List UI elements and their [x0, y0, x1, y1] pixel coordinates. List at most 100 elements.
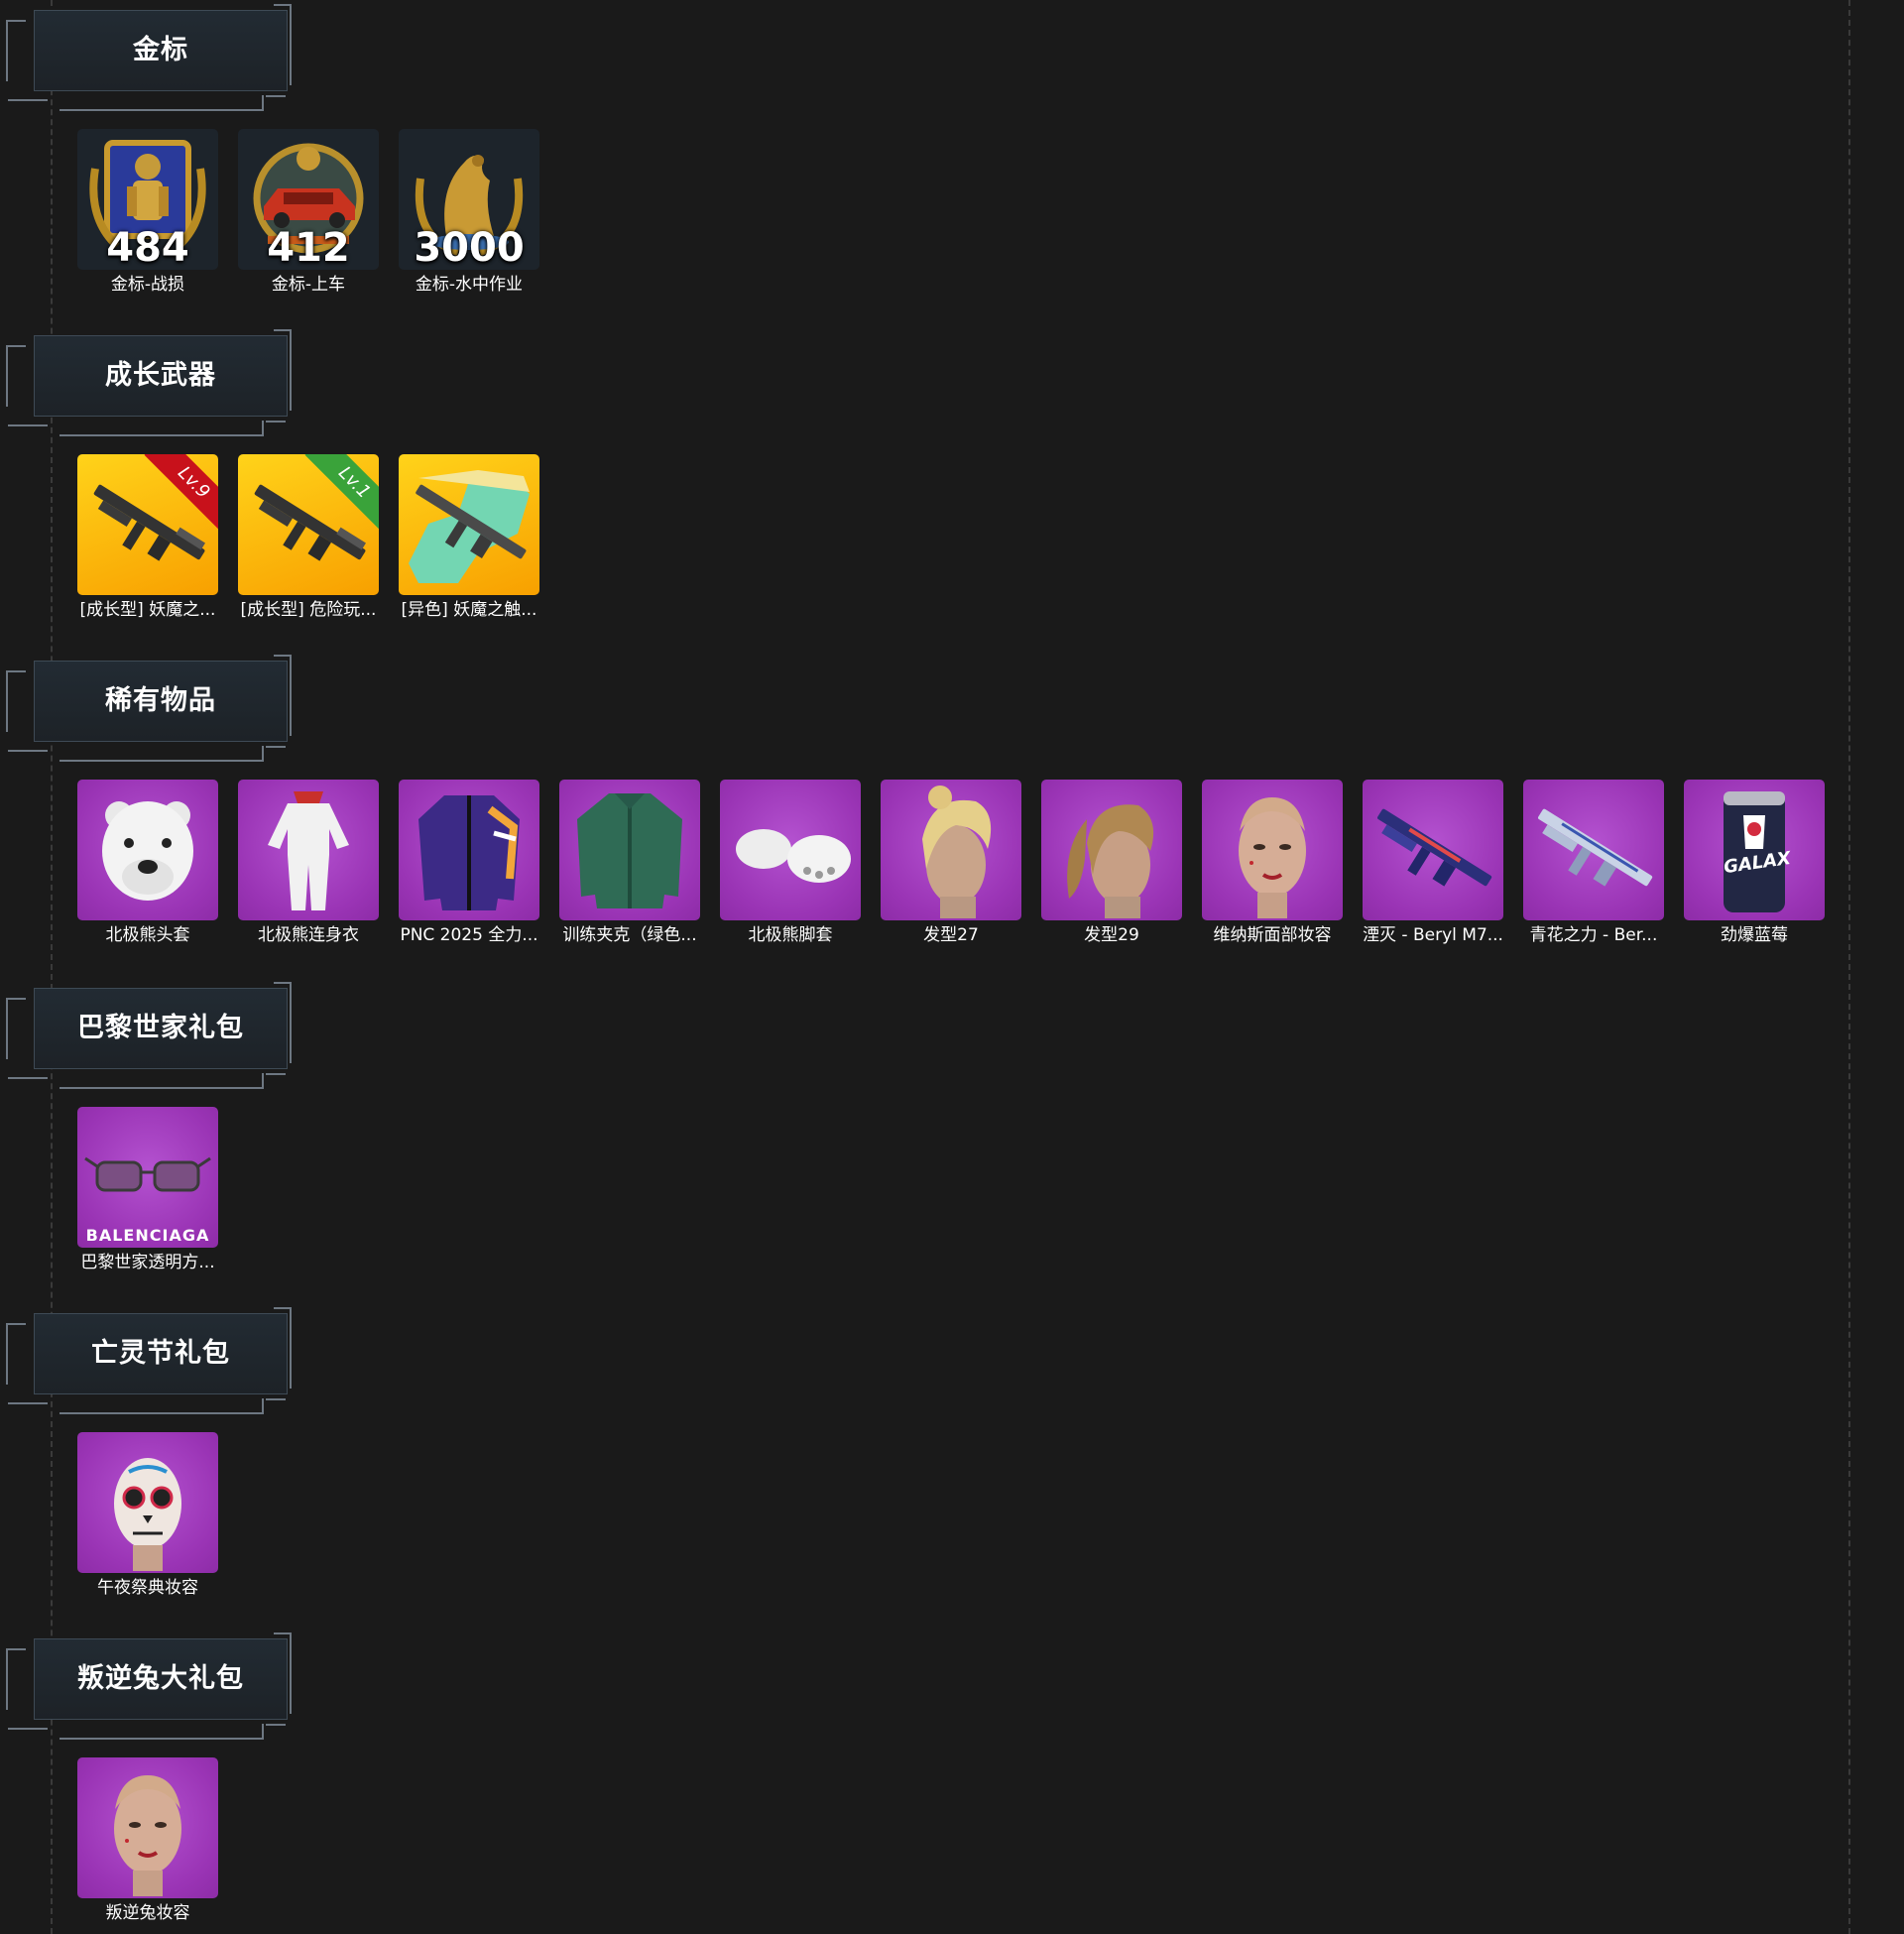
item-thumbnail[interactable]: 484	[77, 129, 218, 270]
header-bracket	[8, 1402, 48, 1404]
item-thumbnail[interactable]	[238, 780, 379, 920]
section-title: 稀有物品	[105, 685, 216, 716]
item-thumbnail[interactable]	[77, 780, 218, 920]
header-bracket	[8, 750, 48, 752]
header-bracket	[6, 670, 26, 732]
item-card[interactable]: Lv.9 [成长型] 妖魔之...	[77, 454, 218, 621]
header-bracket	[60, 1073, 264, 1089]
section-title: 亡灵节礼包	[91, 1338, 230, 1369]
item-card[interactable]: 发型29	[1041, 780, 1182, 946]
section-header: 亡灵节礼包	[0, 1303, 298, 1414]
item-card[interactable]: 维纳斯面部妆容	[1202, 780, 1343, 946]
item-thumbnail[interactable]: 412	[238, 129, 379, 270]
header-bracket	[60, 746, 264, 762]
item-label: [成长型] 危险玩...	[240, 600, 377, 620]
item-thumbnail[interactable]	[77, 1432, 218, 1573]
item-label: 北极熊脚套	[748, 925, 833, 945]
item-card[interactable]: 484 金标-战损	[77, 129, 218, 296]
section-header: 成长武器	[0, 325, 298, 436]
item-card[interactable]: 412 金标-上车	[238, 129, 379, 296]
header-bracket	[266, 746, 286, 748]
item-label: 北极熊头套	[105, 925, 190, 945]
item-label: 北极熊连身衣	[258, 925, 359, 945]
item-label: 青花之力 - Ber...	[1529, 925, 1658, 945]
header-bracket	[8, 1728, 48, 1730]
header-bracket	[60, 421, 264, 436]
timeline-guide-right	[1848, 0, 1850, 1934]
item-thumbnail[interactable]	[720, 780, 861, 920]
section-header: 巴黎世家礼包	[0, 978, 298, 1089]
item-card[interactable]: 湮灭 - Beryl M7...	[1363, 780, 1503, 946]
header-bracket	[6, 1648, 26, 1710]
section-title: 金标	[133, 35, 188, 65]
item-thumbnail[interactable]	[881, 780, 1021, 920]
header-bracket	[60, 95, 264, 111]
item-thumbnail[interactable]	[77, 1757, 218, 1898]
item-label: 劲爆蓝莓	[1721, 925, 1788, 945]
item-label: [异色] 妖魔之触...	[401, 600, 537, 620]
header-bracket	[60, 1724, 264, 1740]
item-card[interactable]: 青花之力 - Ber...	[1523, 780, 1664, 946]
item-card[interactable]: GALAX 劲爆蓝莓	[1684, 780, 1825, 946]
item-label: 金标-水中作业	[415, 275, 524, 295]
header-bracket	[6, 998, 26, 1059]
item-label: [成长型] 妖魔之...	[79, 600, 216, 620]
item-thumbnail[interactable]	[1523, 780, 1664, 920]
header-bracket	[266, 1073, 286, 1075]
item-card[interactable]: [异色] 妖魔之触...	[399, 454, 539, 621]
item-label: 巴黎世家透明方...	[80, 1253, 215, 1272]
section-title: 叛逆兔大礼包	[77, 1663, 244, 1694]
item-card[interactable]: 北极熊头套	[77, 780, 218, 946]
header-bracket	[8, 1077, 48, 1079]
item-thumbnail[interactable]: GALAX	[1684, 780, 1825, 920]
item-label: 湮灭 - Beryl M7...	[1363, 925, 1503, 945]
header-bracket	[60, 1398, 264, 1414]
item-thumbnail[interactable]: Lv.1	[238, 454, 379, 595]
item-thumbnail[interactable]: BALENCIAGA	[77, 1107, 218, 1248]
header-bracket	[6, 20, 26, 81]
section-title: 巴黎世家礼包	[77, 1013, 244, 1043]
item-card[interactable]: 发型27	[881, 780, 1021, 946]
inventory-page: 金标 484 金标-战损 412 金标-上车 3000 金标-水中作业 成长武器	[0, 0, 1904, 1934]
header-bracket	[266, 421, 286, 423]
item-card[interactable]: 3000 金标-水中作业	[399, 129, 539, 296]
item-label: PNC 2025 全力...	[400, 925, 538, 945]
item-card[interactable]: PNC 2025 全力...	[399, 780, 539, 946]
section-header: 稀有物品	[0, 651, 298, 762]
item-card[interactable]: BALENCIAGA 巴黎世家透明方...	[77, 1107, 218, 1273]
item-card[interactable]: 叛逆兔妆容	[77, 1757, 218, 1924]
item-thumbnail[interactable]	[399, 780, 539, 920]
header-bracket	[6, 1323, 26, 1385]
header-bracket	[266, 1398, 286, 1400]
item-label: 午夜祭典妆容	[97, 1578, 198, 1598]
header-bracket	[8, 99, 48, 101]
header-bracket	[266, 1724, 286, 1726]
item-thumbnail[interactable]	[559, 780, 700, 920]
item-thumbnail[interactable]	[1363, 780, 1503, 920]
item-label: 发型29	[1084, 925, 1139, 945]
item-thumbnail[interactable]	[399, 454, 539, 595]
item-label: 维纳斯面部妆容	[1213, 925, 1332, 945]
count-value: 3000	[414, 225, 525, 270]
section-header: 叛逆兔大礼包	[0, 1629, 298, 1740]
item-label: 发型27	[923, 925, 979, 945]
item-card[interactable]: 训练夹克（绿色...	[559, 780, 700, 946]
section-title: 成长武器	[105, 360, 216, 391]
header-bracket	[266, 95, 286, 97]
item-thumbnail[interactable]	[1202, 780, 1343, 920]
item-thumbnail[interactable]: Lv.9	[77, 454, 218, 595]
item-card[interactable]: 北极熊连身衣	[238, 780, 379, 946]
brand-label: BALENCIAGA	[85, 1226, 210, 1245]
item-label: 训练夹克（绿色...	[562, 925, 697, 945]
header-bracket	[6, 345, 26, 407]
item-card[interactable]: Lv.1 [成长型] 危险玩...	[238, 454, 379, 621]
count-value: 484	[106, 225, 189, 270]
section-header: 金标	[0, 0, 298, 111]
item-thumbnail[interactable]: 3000	[399, 129, 539, 270]
header-bracket	[8, 424, 48, 426]
item-label: 金标-战损	[110, 275, 185, 295]
item-card[interactable]: 午夜祭典妆容	[77, 1432, 218, 1599]
item-thumbnail[interactable]	[1041, 780, 1182, 920]
item-label: 金标-上车	[271, 275, 346, 295]
item-card[interactable]: 北极熊脚套	[720, 780, 861, 946]
